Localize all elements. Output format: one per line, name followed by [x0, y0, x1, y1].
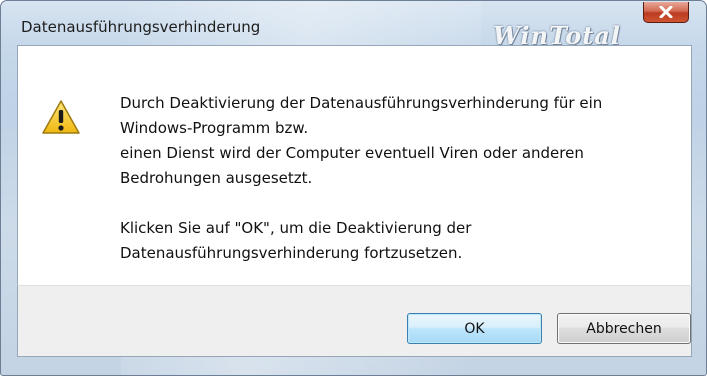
close-button[interactable]	[643, 2, 689, 23]
close-icon	[659, 6, 673, 18]
message-line: Bedrohungen ausgesetzt.	[120, 169, 313, 187]
warning-icon	[42, 100, 80, 134]
message-line: einen Dienst wird der Computer eventuell…	[120, 144, 584, 162]
message-line: Windows-Programm bzw.	[120, 119, 309, 137]
confirm-line: Klicken Sie auf "OK", um die Deaktivieru…	[120, 219, 472, 237]
ok-button[interactable]: OK	[407, 313, 542, 344]
title-bar[interactable]: Datenausführungsverhinderung WinTotal	[1, 1, 706, 50]
confirm-line: Datenausführungsverhinderung fortzusetze…	[120, 244, 463, 262]
cancel-button[interactable]: Abbrechen	[557, 313, 691, 344]
dialog-message: Durch Deaktivierung der Datenausführungs…	[120, 91, 680, 266]
confirm-text: Klicken Sie auf "OK", um die Deaktivieru…	[120, 216, 680, 266]
warning-text: Durch Deaktivierung der Datenausführungs…	[120, 91, 680, 191]
dialog-window: Datenausführungsverhinderung WinTotal Du…	[0, 0, 707, 376]
message-line: Durch Deaktivierung der Datenausführungs…	[120, 94, 603, 112]
window-title: Datenausführungsverhinderung	[21, 18, 261, 36]
